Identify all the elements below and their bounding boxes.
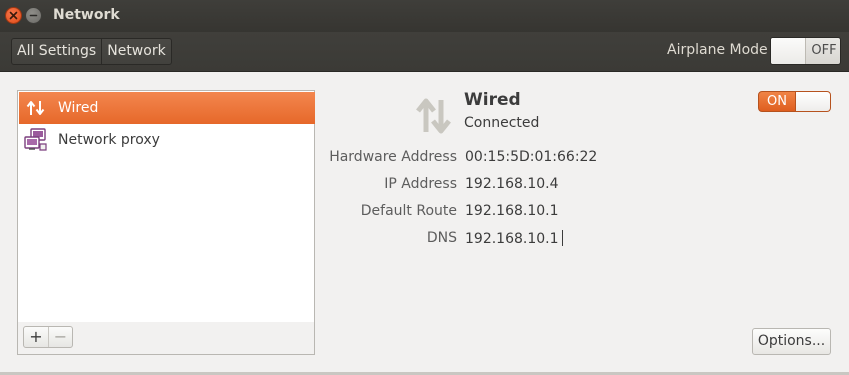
power-state-label: ON <box>767 94 787 109</box>
header-toolbar: All Settings Network Airplane Mode OFF <box>0 32 849 72</box>
connection-status: Connected <box>464 115 540 131</box>
airplane-mode-state: OFF <box>811 43 837 58</box>
connection-name: Wired <box>464 90 521 110</box>
minimize-icon[interactable] <box>25 7 42 24</box>
hardware-address-value: 00:15:5D:01:66:22 <box>465 149 598 165</box>
switch-knob <box>771 38 806 64</box>
switch-knob <box>795 92 830 111</box>
wired-power-switch[interactable]: ON <box>758 91 831 112</box>
add-device-button[interactable]: + <box>24 327 48 347</box>
device-list-toolbar: + − <box>17 322 315 355</box>
hardware-address-label: Hardware Address <box>329 149 457 165</box>
device-item-label: Network proxy <box>58 132 160 148</box>
window-title: Network <box>53 7 120 23</box>
ip-address-label: IP Address <box>384 176 457 192</box>
device-item-wired[interactable]: Wired <box>19 92 315 124</box>
title-bar: Network <box>0 0 849 32</box>
options-button[interactable]: Options... <box>752 328 831 355</box>
wired-connection-icon <box>415 96 453 136</box>
default-route-label: Default Route <box>360 203 457 219</box>
text-cursor <box>561 230 563 246</box>
wired-arrows-icon <box>24 96 48 120</box>
ip-address-value: 192.168.10.4 <box>465 176 559 192</box>
dns-label: DNS <box>426 230 457 246</box>
dns-value-container[interactable]: 192.168.10.1 <box>465 230 563 247</box>
list-button-group: + − <box>23 326 73 348</box>
device-list: Wired Network proxy <box>17 90 315 340</box>
airplane-mode-switch[interactable]: OFF <box>770 37 841 65</box>
device-item-network-proxy[interactable]: Network proxy <box>19 124 315 156</box>
dns-value: 192.168.10.1 <box>465 231 559 247</box>
default-route-value: 192.168.10.1 <box>465 203 559 219</box>
close-icon[interactable] <box>5 7 22 24</box>
breadcrumb: All Settings Network <box>11 38 172 65</box>
breadcrumb-all-settings[interactable]: All Settings <box>12 39 101 64</box>
airplane-mode-label: Airplane Mode <box>667 42 768 58</box>
main-content: Wired Network proxy + − Wired Connected … <box>0 72 849 375</box>
device-item-label: Wired <box>58 100 99 116</box>
remove-device-button[interactable]: − <box>48 327 72 347</box>
network-proxy-icon <box>24 128 48 152</box>
breadcrumb-network[interactable]: Network <box>101 39 170 64</box>
